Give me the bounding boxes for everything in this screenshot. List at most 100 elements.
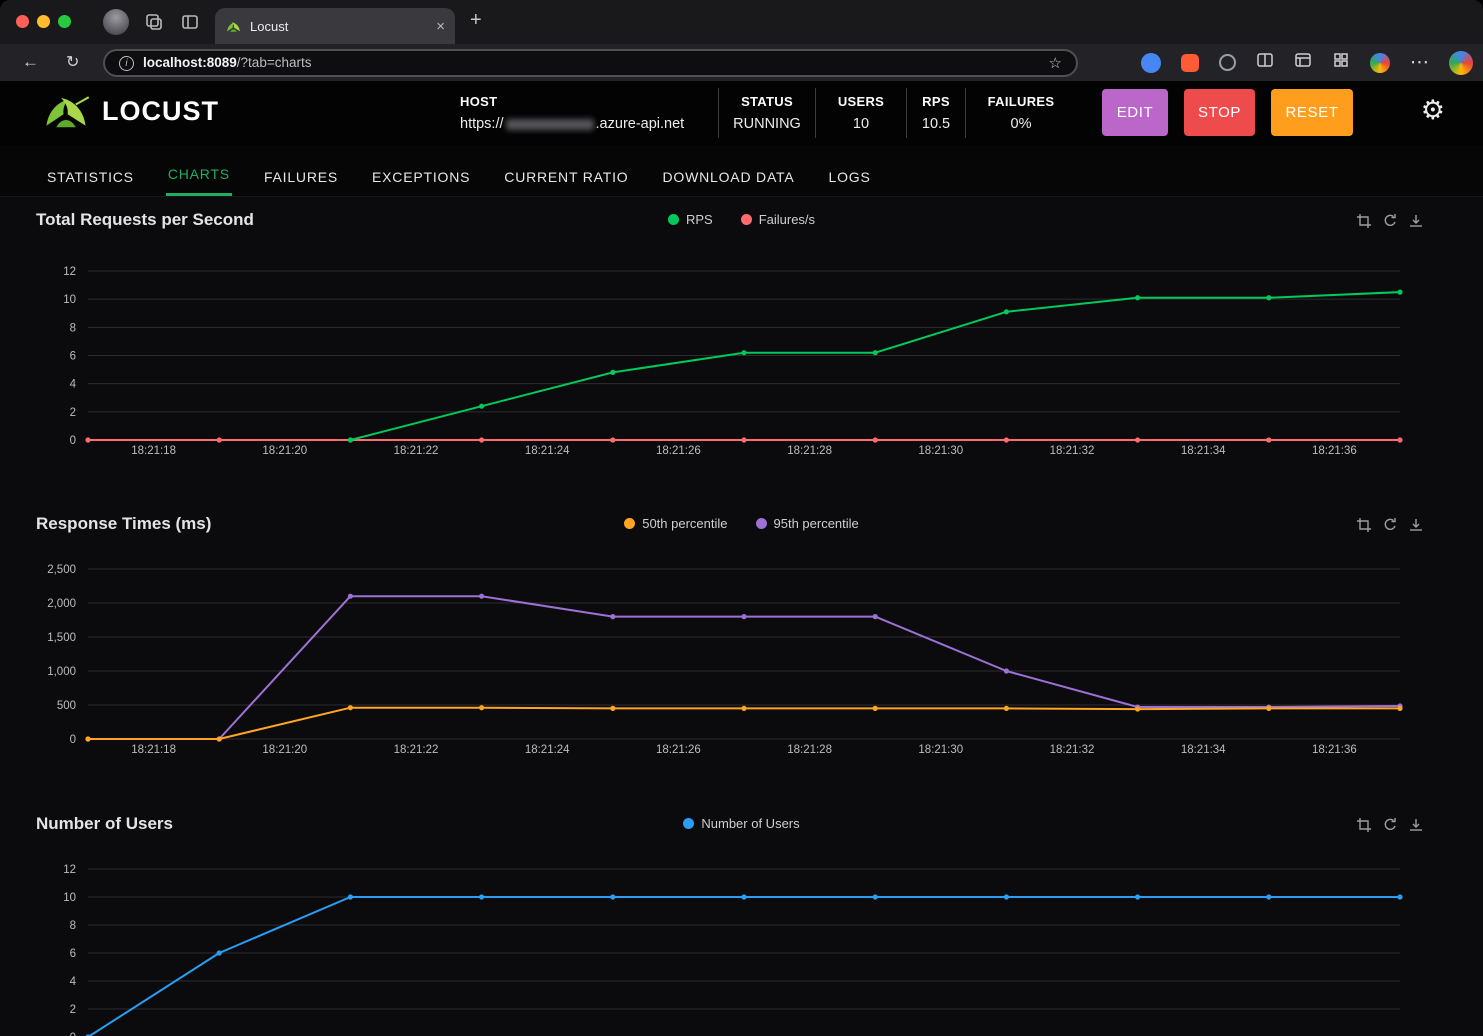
restore-icon[interactable]: [1382, 817, 1398, 833]
svg-text:18:21:30: 18:21:30: [918, 445, 963, 457]
pinned-app-icon-2[interactable]: [181, 13, 199, 36]
workspace-avatar-icon[interactable]: [1370, 52, 1390, 73]
failures-value: 0%: [1010, 116, 1032, 132]
svg-text:18:21:32: 18:21:32: [1050, 744, 1095, 756]
rps-stat: RPS 10.5: [921, 94, 951, 132]
maximize-window-button[interactable]: [58, 15, 71, 28]
tab-logs[interactable]: LOGS: [827, 155, 873, 196]
svg-text:8: 8: [70, 920, 76, 932]
toolbar-right-icons: ⋯: [1141, 44, 1473, 81]
svg-text:18:21:32: 18:21:32: [1050, 445, 1095, 457]
svg-text:18:21:20: 18:21:20: [262, 744, 307, 756]
locust-favicon: [227, 21, 240, 32]
data-zoom-icon[interactable]: [1356, 517, 1372, 533]
svg-text:2: 2: [70, 1004, 76, 1016]
host-stat: HOST https://.azure-api.net: [460, 81, 718, 145]
tab-failures[interactable]: FAILURES: [262, 155, 340, 196]
reset-button[interactable]: RESET: [1271, 89, 1353, 136]
svg-text:4: 4: [70, 379, 77, 391]
svg-text:18:21:18: 18:21:18: [131, 744, 176, 756]
reload-icon[interactable]: ↻: [66, 52, 79, 72]
host-label: HOST: [460, 94, 498, 109]
new-tab-button[interactable]: +: [470, 9, 482, 32]
svg-text:10: 10: [63, 294, 76, 306]
legend-item-50th[interactable]: 50th percentile: [624, 516, 728, 531]
legend-dot: [624, 518, 636, 529]
svg-text:18:21:28: 18:21:28: [787, 445, 832, 457]
tab-statistics[interactable]: STATISTICS: [45, 155, 136, 196]
svg-text:18:21:28: 18:21:28: [787, 744, 832, 756]
rps-chart-canvas[interactable]: 0 2 4 6 8 10 12 18:21:18 18:21:20 18:21:22 18:21:2…: [0, 241, 1483, 471]
bookmark-star-icon[interactable]: ☆: [1049, 54, 1062, 72]
split-screen-icon[interactable]: [1256, 51, 1274, 74]
browser-tab[interactable]: Locust ×: [215, 8, 455, 44]
svg-text:18:21:24: 18:21:24: [525, 744, 570, 756]
chart-legend: RPS Failures/s: [0, 212, 1483, 227]
site-info-icon[interactable]: i: [119, 55, 134, 71]
tab-download-data[interactable]: DOWNLOAD DATA: [661, 155, 797, 196]
svg-text:0: 0: [70, 435, 76, 447]
locust-logo[interactable]: LOCUST: [40, 93, 219, 129]
save-image-icon[interactable]: [1408, 213, 1424, 229]
address-bar[interactable]: i localhost:8089/?tab=charts ☆: [103, 49, 1078, 77]
profile-avatar[interactable]: [103, 9, 129, 35]
browser-profile-icon[interactable]: [1449, 50, 1473, 75]
extension-icon-gray[interactable]: [1219, 54, 1236, 71]
run-stats: HOST https://.azure-api.net STATUS RUNNI…: [460, 81, 1076, 145]
chart-toolbox: [1356, 213, 1424, 229]
more-menu-icon[interactable]: ⋯: [1410, 53, 1429, 72]
tab-exceptions[interactable]: EXCEPTIONS: [370, 155, 472, 196]
tab-current-ratio[interactable]: CURRENT RATIO: [502, 155, 630, 196]
status-stat: STATUS RUNNING: [733, 94, 801, 132]
response-times-chart-canvas[interactable]: 0 500 1,000 1,500 2,000 2,500 18:21:18 18:21:20…: [0, 545, 1483, 775]
svg-text:18:21:24: 18:21:24: [525, 445, 570, 457]
data-zoom-icon[interactable]: [1356, 213, 1372, 229]
legend-item-rps[interactable]: RPS: [667, 212, 713, 227]
browser-toolbar: ← ↻ i localhost:8089/?tab=charts ☆ ⋯: [0, 44, 1483, 81]
users-stat: USERS 10: [837, 94, 885, 132]
svg-text:18:21:20: 18:21:20: [262, 445, 307, 457]
svg-text:18:21:34: 18:21:34: [1181, 744, 1226, 756]
data-zoom-icon[interactable]: [1356, 817, 1372, 833]
tab-charts[interactable]: CHARTS: [165, 152, 232, 196]
legend-item-users[interactable]: Number of Users: [683, 816, 800, 831]
status-value: RUNNING: [733, 116, 801, 132]
extensions-grid-icon[interactable]: [1332, 51, 1350, 74]
host-redacted-segment: [505, 118, 594, 130]
restore-icon[interactable]: [1382, 213, 1398, 229]
chart-number-of-users: Number of Users Number of Users 02468101…: [0, 809, 1483, 1036]
failures-stat: FAILURES 0%: [987, 94, 1055, 132]
chart-toolbox: [1356, 517, 1424, 533]
save-image-icon[interactable]: [1408, 517, 1424, 533]
rps-value: 10.5: [921, 116, 951, 132]
legend-item-95th[interactable]: 95th percentile: [755, 516, 859, 531]
back-icon[interactable]: ←: [22, 52, 39, 72]
edit-button[interactable]: EDIT: [1102, 89, 1168, 136]
section-tab-bar: STATISTICS CHARTS FAILURES EXCEPTIONS CU…: [0, 145, 1483, 196]
bookmark-sidebar-icon[interactable]: [1294, 51, 1312, 74]
svg-text:1,000: 1,000: [47, 666, 76, 678]
extension-icon-orange[interactable]: [1181, 53, 1199, 72]
svg-text:18:21:26: 18:21:26: [656, 744, 701, 756]
legend-dot: [667, 214, 679, 225]
pinned-app-icon-1[interactable]: [145, 13, 163, 36]
svg-text:6: 6: [70, 948, 76, 960]
extension-icon-blue[interactable]: [1141, 52, 1161, 73]
chart-total-rps: Total Requests per Second RPS Failures/s: [0, 205, 1483, 471]
settings-gear-icon[interactable]: ⚙: [1421, 95, 1445, 126]
legend-item-failures[interactable]: Failures/s: [740, 212, 815, 227]
browser-tab-strip: Locust × +: [0, 0, 1483, 44]
tab-close-icon[interactable]: ×: [436, 18, 445, 35]
svg-text:18:21:34: 18:21:34: [1181, 445, 1226, 457]
svg-text:18:21:22: 18:21:22: [394, 744, 439, 756]
close-window-button[interactable]: [16, 15, 29, 28]
stop-button[interactable]: STOP: [1184, 89, 1255, 136]
restore-icon[interactable]: [1382, 517, 1398, 533]
minimize-window-button[interactable]: [37, 15, 50, 28]
url-path: /?tab=charts: [236, 55, 312, 70]
svg-text:18:21:26: 18:21:26: [656, 445, 701, 457]
save-image-icon[interactable]: [1408, 817, 1424, 833]
svg-text:4: 4: [70, 976, 77, 988]
users-chart-canvas[interactable]: 0 2 4 6 8 10 12: [0, 845, 1483, 1036]
svg-text:18:21:30: 18:21:30: [918, 744, 963, 756]
